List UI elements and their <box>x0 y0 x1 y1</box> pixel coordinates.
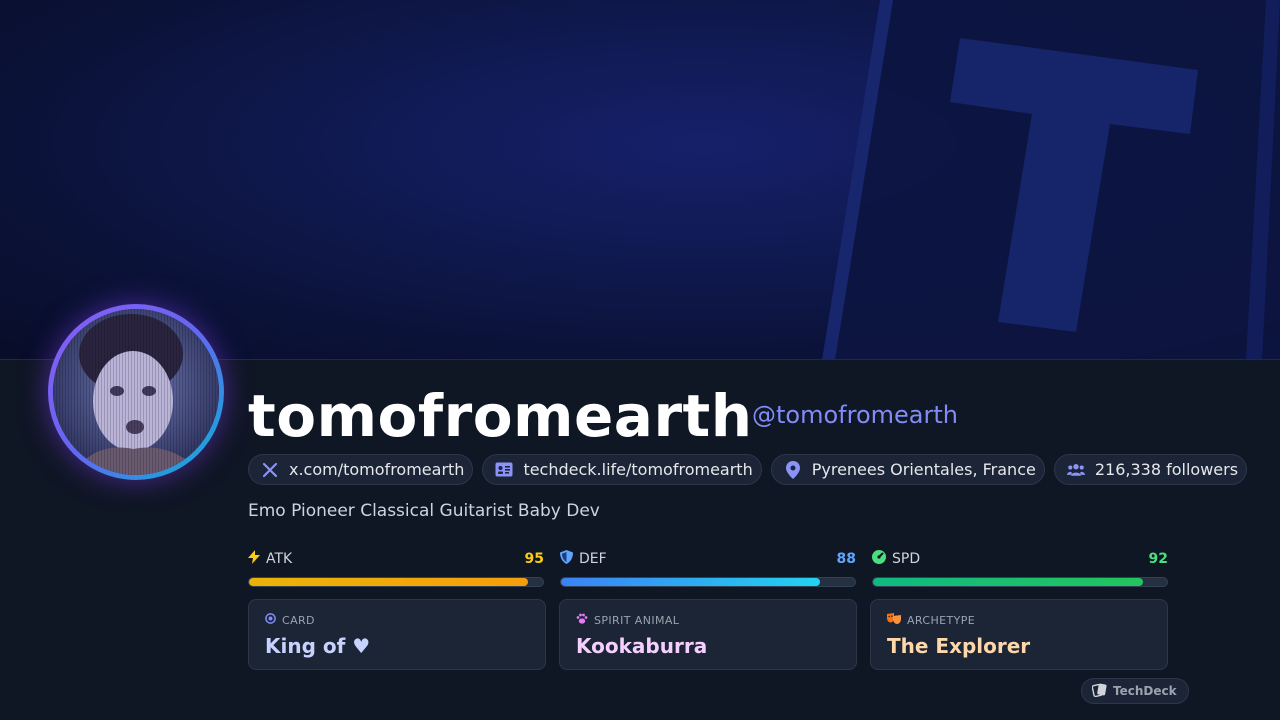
stat-label: DEF <box>579 551 607 567</box>
card-value: King of ♥ <box>265 634 371 658</box>
chip-label: 216,338 followers <box>1094 460 1239 479</box>
stat-bar-fill <box>873 578 1144 586</box>
chip-label: techdeck.life/tomofromearth <box>523 460 753 479</box>
profile-bio: Emo Pioneer Classical Guitarist Baby Dev <box>248 501 600 521</box>
stat-value: 95 <box>524 551 544 567</box>
chip-x-link[interactable]: x.com/tomofromearth <box>248 454 474 485</box>
stat-bar-track <box>872 577 1168 587</box>
chip-techdeck-link[interactable]: techdeck.life/tomofromearth <box>482 454 762 485</box>
card-caption: SPIRIT ANIMAL <box>594 613 680 627</box>
avatar-ring[interactable] <box>48 304 224 480</box>
stat-bar-track <box>560 577 856 587</box>
x-logo-icon <box>261 461 279 479</box>
stat-bars: ATK 95 DEF 88 SPD 92 <box>248 549 1168 587</box>
id-card-icon <box>495 461 513 479</box>
chip-location[interactable]: Pyrenees Orientales, France <box>770 454 1045 485</box>
stat-value: 92 <box>1148 551 1168 567</box>
brand-label: TechDeck <box>1113 684 1177 698</box>
profile-chips: x.com/tomofromearth techdeck.life/tomofr… <box>248 454 1248 485</box>
card-value: The Explorer <box>887 634 1031 658</box>
stat-bar-track <box>248 577 544 587</box>
profile-banner <box>0 0 1280 360</box>
masks-icon <box>887 613 901 627</box>
location-pin-icon <box>784 460 802 479</box>
gauge-icon <box>872 550 886 568</box>
avatar-photo <box>53 309 219 475</box>
user-handle[interactable]: @tomofromearth <box>752 401 958 429</box>
chip-label: Pyrenees Orientales, France <box>811 460 1036 479</box>
stat-atk: ATK 95 <box>248 549 544 587</box>
card-card-type[interactable]: CARD King of ♥ <box>248 599 546 670</box>
stat-label: ATK <box>266 551 293 567</box>
card-caption: CARD <box>282 613 315 627</box>
stat-bar-fill <box>561 578 820 586</box>
chip-label: x.com/tomofromearth <box>289 460 465 479</box>
users-icon <box>1066 461 1085 479</box>
stat-bar-fill <box>249 578 529 586</box>
stat-value: 88 <box>836 551 856 567</box>
stat-spd: SPD 92 <box>872 549 1168 587</box>
shield-icon <box>560 550 573 568</box>
banner-logo-art <box>822 0 1280 359</box>
target-icon <box>265 613 276 627</box>
chip-followers[interactable]: 216,338 followers <box>1053 454 1248 485</box>
avatar <box>53 309 219 475</box>
techdeck-badge[interactable]: TechDeck <box>1081 678 1189 704</box>
stat-label: SPD <box>892 551 921 567</box>
card-value: Kookaburra <box>576 634 708 658</box>
card-spirit-animal[interactable]: SPIRIT ANIMAL Kookaburra <box>559 599 857 670</box>
card-caption: ARCHETYPE <box>907 613 976 627</box>
card-archetype[interactable]: ARCHETYPE The Explorer <box>870 599 1168 670</box>
trait-cards: CARD King of ♥ SPIRIT ANIMAL Kookaburra … <box>248 599 1168 670</box>
stat-def: DEF 88 <box>560 549 856 587</box>
lightning-icon <box>248 550 260 568</box>
paw-icon <box>576 613 588 627</box>
cards-logo-icon <box>1091 683 1107 700</box>
display-name: tomofromearth <box>248 382 753 450</box>
